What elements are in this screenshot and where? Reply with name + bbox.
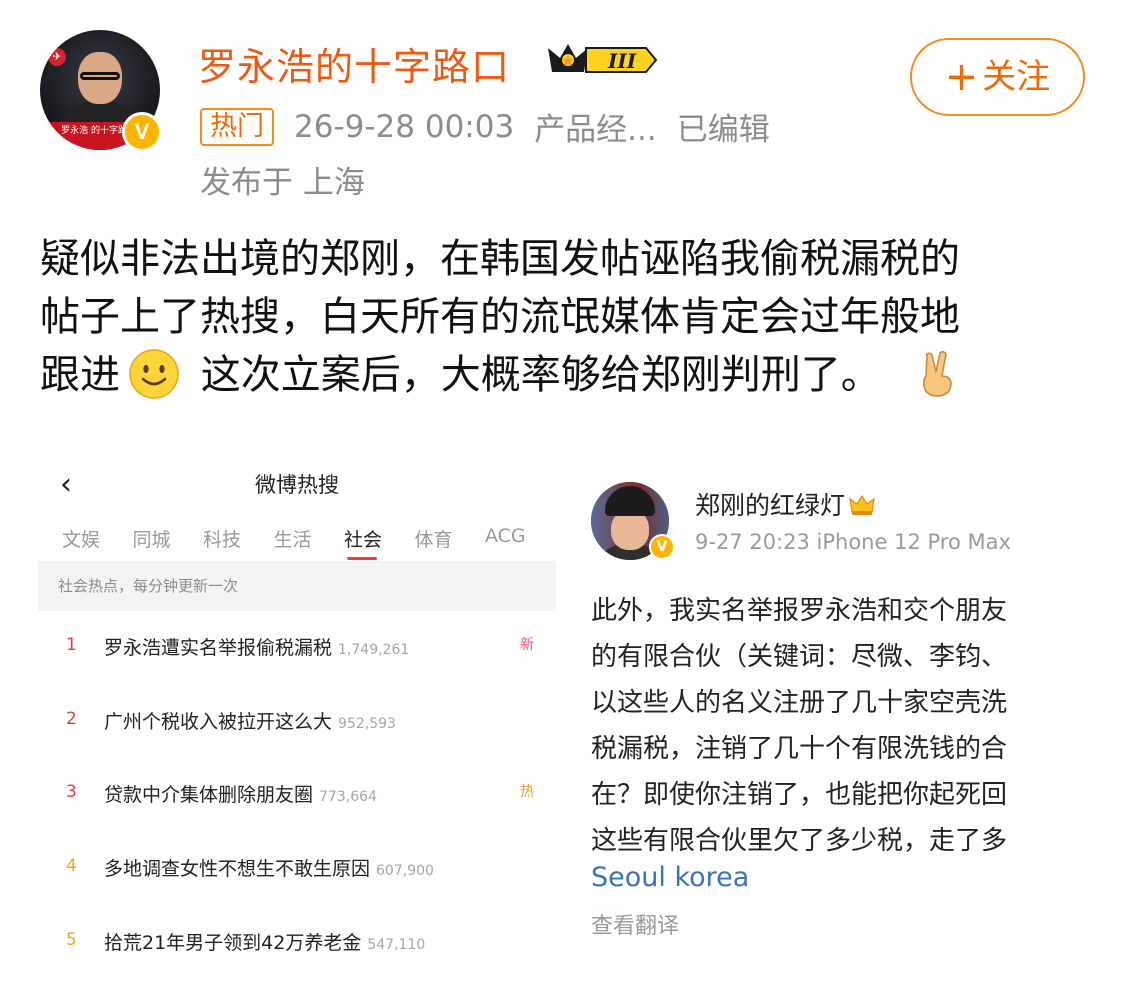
quoted-line: 此外，我实名举报罗永浩和交个朋友 xyxy=(591,596,1008,626)
hot-search-topic: 贷款中介集体删除朋友圈 xyxy=(104,784,314,806)
tab-tiyu[interactable]: 体育 xyxy=(415,525,486,552)
crown-level-icon: III xyxy=(548,44,658,73)
svg-text:III: III xyxy=(607,49,637,73)
rank-number: 1 xyxy=(66,635,77,655)
plus-icon: + xyxy=(944,54,979,100)
tab-shenghuo[interactable]: 生活 xyxy=(274,525,345,552)
new-badge: 新 xyxy=(520,637,534,653)
hot-search-count: 773,664 xyxy=(319,789,377,805)
hot-tag[interactable]: 热门 xyxy=(200,107,274,146)
rank-number: 3 xyxy=(66,782,77,802)
tab-keji[interactable]: 科技 xyxy=(203,525,274,552)
hot-search-count: 607,900 xyxy=(376,863,434,879)
translate-link[interactable]: 查看翻译 xyxy=(591,908,679,940)
hot-search-row[interactable]: 2 广州个税收入被拉开这么大 952,593 xyxy=(38,705,556,745)
post-location: 发布于 上海 xyxy=(200,165,365,201)
hot-search-title: 微博热搜 xyxy=(255,473,339,497)
verified-badge-icon: V xyxy=(649,534,675,560)
hot-search-row[interactable]: 3 贷款中介集体删除朋友圈 773,664 热 xyxy=(38,778,556,818)
quoted-line: 税漏税，注销了几十个有限洗钱的合 xyxy=(591,734,1008,764)
edited-label[interactable]: 已编辑 xyxy=(677,104,770,149)
verified-badge-icon: V xyxy=(122,112,162,152)
quoted-author-name[interactable]: 郑刚的红绿灯 xyxy=(695,486,875,522)
quoted-post-screenshot: V 郑刚的红绿灯 9-27 20:23 iPhone 12 Pro Max 此外… xyxy=(585,470,1090,975)
follow-label: 关注 xyxy=(982,57,1051,97)
hot-search-row[interactable]: 1 罗永浩遭实名举报偷税漏税 1,749,261 新 xyxy=(38,631,556,671)
author-name[interactable]: 罗永浩的十字路口 xyxy=(198,36,510,91)
post-line: 疑似非法出境的郑刚，在韩国发帖诬陷我偷税漏税的 xyxy=(40,236,960,282)
hot-search-topic: 广州个税收入被拉开这么大 xyxy=(104,711,333,733)
quoted-line: 在？即使你注销了，也能把你起死回 xyxy=(591,780,1008,810)
hot-search-tabs: 文娱 同城 科技 生活 社会 体育 ACG xyxy=(62,525,556,552)
post-timestamp: 26-9-28 00:03 xyxy=(294,108,515,145)
quoted-location-link[interactable]: Seoul korea xyxy=(591,862,749,893)
hot-badge: 热 xyxy=(520,784,534,800)
hot-search-topic: 拾荒21年男子领到42万养老金 xyxy=(104,932,362,954)
post-meta: 热门 26-9-28 00:03 产品经... 已编辑 xyxy=(200,104,770,149)
tab-wenyu[interactable]: 文娱 xyxy=(62,525,133,552)
tab-acg[interactable]: ACG xyxy=(485,525,556,552)
rank-number: 2 xyxy=(66,709,77,729)
tab-tongcheng[interactable]: 同城 xyxy=(133,525,204,552)
quoted-line: 的有限合伙（关键词：尽微、李钧、 xyxy=(591,642,1008,672)
post-body: 疑似非法出境的郑刚，在韩国发帖诬陷我偷税漏税的 帖子上了热搜，白天所有的流氓媒体… xyxy=(40,230,1100,404)
rank-number: 5 xyxy=(66,930,77,950)
hot-search-row[interactable]: 5 拾荒21年男子领到42万养老金 547,110 xyxy=(38,926,556,966)
hot-search-count: 952,593 xyxy=(338,716,396,732)
quoted-line: 以这些人的名义注册了几十家空壳洗 xyxy=(591,688,1008,718)
active-tab-underline xyxy=(347,557,377,560)
post-line: 跟进 这次立案后，大概率够给郑刚判刑了。 xyxy=(40,346,1100,404)
tab-shehui[interactable]: 社会 xyxy=(344,525,415,552)
quoted-time-device: 9-27 20:23 iPhone 12 Pro Max xyxy=(695,530,1011,554)
plane-icon: ✈ xyxy=(48,48,66,66)
victory-hand-icon xyxy=(922,350,952,397)
post-source[interactable]: 产品经... xyxy=(534,104,657,149)
quoted-post-body: 此外，我实名举报罗永浩和交个朋友 的有限合伙（关键词：尽微、李钧、 以这些人的名… xyxy=(591,588,1007,864)
quoted-line: 这些有限合伙里欠了多少税，走了多 xyxy=(591,826,1008,856)
hot-search-topic: 罗永浩遭实名举报偷税漏税 xyxy=(104,637,333,659)
hot-search-topic: 多地调查女性不想生不敢生原因 xyxy=(104,858,371,880)
post-line: 帖子上了热搜，白天所有的流氓媒体肯定会过年般地 xyxy=(40,294,960,340)
hot-search-banner: 社会热点，每分钟更新一次 xyxy=(38,561,556,611)
hot-search-row[interactable]: 4 多地调查女性不想生不敢生原因 607,900 xyxy=(38,852,556,892)
smile-emoji-icon xyxy=(129,349,179,399)
hot-search-count: 1,749,261 xyxy=(338,642,410,658)
hot-search-count: 547,110 xyxy=(367,937,426,953)
rank-number: 4 xyxy=(66,856,77,876)
level-crown-icon xyxy=(849,494,875,515)
hot-search-screenshot: ‹ 微博热搜 文娱 同城 科技 生活 社会 体育 ACG 社会热点，每分钟更新一… xyxy=(38,455,556,975)
follow-button[interactable]: + 关注 xyxy=(910,38,1085,116)
